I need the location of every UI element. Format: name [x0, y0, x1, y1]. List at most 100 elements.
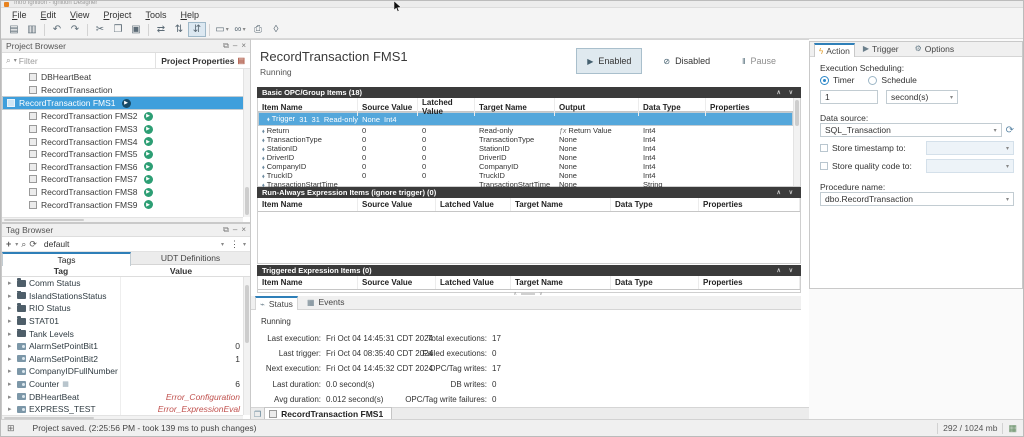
column-header[interactable]: Latched Value — [418, 98, 475, 116]
expand-icon[interactable]: ▸ — [8, 279, 14, 287]
collapse-chevrons-icon[interactable]: ∧ ∨ — [777, 89, 796, 96]
expand-icon[interactable]: ▸ — [8, 393, 14, 401]
refresh-icon[interactable]: ⟳ — [29, 239, 37, 250]
timer-value-input[interactable]: 1 — [820, 90, 878, 104]
tag-provider-select[interactable]: default ▾ — [40, 239, 227, 249]
tag-edit-icon[interactable]: ◊ — [267, 22, 285, 37]
column-header[interactable]: Source Value — [358, 198, 436, 211]
search-icon[interactable]: ⌕ — [21, 239, 26, 250]
column-header[interactable]: Source Value — [358, 276, 436, 289]
column-header[interactable]: Data Type — [611, 276, 699, 289]
column-header[interactable]: Properties — [699, 198, 800, 211]
triggered-header[interactable]: Triggered Expression Items (0) ∧ ∨ — [257, 265, 801, 276]
expand-icon[interactable]: ▸ — [8, 292, 14, 300]
expand-icon[interactable]: ▸ — [8, 405, 14, 413]
preview-mode-icon[interactable]: ▭ ▾ — [213, 22, 231, 37]
menu-file[interactable]: File — [5, 10, 34, 20]
column-header[interactable]: Data Type — [639, 98, 706, 116]
column-header[interactable]: Target Name — [511, 198, 611, 211]
store-timestamp-select[interactable]: ▾ — [926, 141, 1014, 155]
paste-icon[interactable]: ▣ — [127, 22, 145, 37]
column-header[interactable]: Properties — [699, 276, 800, 289]
store-quality-checkbox[interactable] — [820, 162, 828, 170]
project-tree-item[interactable]: RecordTransaction — [2, 84, 250, 97]
tag-row[interactable]: ▸ Counter ▦ 6 — [2, 377, 250, 391]
tab-list-icon[interactable]: ❐ — [254, 410, 261, 419]
minimize-icon[interactable]: – — [233, 225, 237, 235]
project-properties-button[interactable]: Project Properties ▤ — [155, 53, 250, 68]
enabled-button[interactable]: ▶ Enabled — [576, 48, 643, 74]
column-header[interactable]: Target Name — [511, 276, 611, 289]
save-all-icon[interactable]: ▥ — [23, 22, 41, 37]
menu-tools[interactable]: Tools — [138, 10, 173, 20]
procedure-name-select[interactable]: dbo.RecordTransaction ▾ — [820, 192, 1014, 206]
column-header[interactable]: Properties — [706, 98, 800, 116]
save-icon[interactable]: ▤ — [5, 22, 23, 37]
project-filter-input[interactable]: ⌕ ▾ Filter — [2, 53, 155, 68]
tab-action[interactable]: ϟ Action — [814, 43, 855, 57]
expand-icon[interactable]: ▸ — [8, 317, 14, 325]
column-header[interactable]: Data Type — [611, 198, 699, 211]
pause-button[interactable]: ‖ Pause — [731, 48, 787, 74]
close-icon[interactable]: × — [241, 225, 246, 235]
store-timestamp-checkbox[interactable] — [820, 144, 828, 152]
menu-help[interactable]: Help — [173, 10, 206, 20]
tag-row[interactable]: ▸ DBHeartBeat Error_Configuration — [2, 390, 250, 403]
add-tag-icon[interactable]: + — [6, 239, 11, 249]
tag-menu-caret-icon[interactable]: ▾ — [243, 241, 246, 248]
expand-icon[interactable]: ▸ — [8, 330, 14, 338]
minimize-icon[interactable]: – — [233, 41, 237, 51]
schedule-radio[interactable]: Schedule — [868, 75, 917, 85]
tab-tags[interactable]: Tags — [2, 252, 131, 266]
project-tree-hscrollbar[interactable] — [2, 217, 243, 222]
basic-items-scrollbar[interactable] — [793, 98, 800, 186]
expand-icon[interactable]: ▸ — [8, 367, 14, 375]
undo-icon[interactable]: ↶ — [48, 22, 66, 37]
project-tree-item[interactable]: RecordTransaction FMS2 ▶ — [2, 110, 250, 123]
tab-trigger[interactable]: ▶ Trigger — [855, 41, 907, 56]
expand-icon[interactable]: ▸ — [8, 342, 14, 350]
run-always-header[interactable]: Run-Always Expression Items (ignore trig… — [257, 187, 801, 198]
column-header[interactable]: Target Name — [475, 98, 555, 116]
expand-icon[interactable]: ▸ — [8, 355, 14, 363]
refresh-icon[interactable]: ⟳ — [1006, 125, 1014, 136]
project-tree-item[interactable]: RecordTransaction FMS8 ▶ — [2, 186, 250, 199]
project-tree-item[interactable]: RecordTransaction FMS7 ▶ — [2, 173, 250, 186]
tag-row[interactable]: ▸ AlarmSetPointBit1 0 — [2, 339, 250, 353]
tag-row[interactable]: ▸ Comm Status — [2, 277, 250, 290]
tag-row[interactable]: ▸ STAT01 — [2, 314, 250, 328]
timer-unit-select[interactable]: second(s) ▾ — [886, 90, 958, 104]
tab-udt-definitions[interactable]: UDT Definitions — [131, 252, 250, 265]
find-replace-icon[interactable]: ⇄ — [152, 22, 170, 37]
tag-row[interactable]: ▸ AlarmSetPointBit2 1 — [2, 352, 250, 366]
basic-items-header[interactable]: Basic OPC/Group Items (18) ∧ ∨ — [257, 87, 801, 98]
add-tag-caret-icon[interactable]: ▾ — [15, 241, 18, 248]
project-tree-item[interactable]: DBHeartBeat — [2, 71, 250, 84]
cut-icon[interactable]: ✂ — [91, 22, 109, 37]
redo-icon[interactable]: ↷ — [66, 22, 84, 37]
close-icon[interactable]: × — [241, 41, 246, 51]
project-tree-item[interactable]: RecordTransaction FMS1 ▶ — [2, 96, 250, 111]
project-tree-item[interactable]: RecordTransaction FMS3 ▶ — [2, 123, 250, 136]
comm-write-icon[interactable]: ⇵ — [188, 22, 206, 37]
tab-status[interactable]: ⌁ Status — [255, 296, 298, 310]
float-icon[interactable]: ⧉ — [223, 41, 229, 51]
tag-list-scrollbar[interactable] — [243, 277, 250, 415]
links-icon[interactable]: ∞ ▾ — [231, 22, 249, 37]
column-header[interactable]: Output — [555, 98, 639, 116]
memory-usage[interactable]: 292 / 1024 mb — [943, 423, 997, 433]
column-header[interactable]: Latched Value — [436, 276, 511, 289]
comm-read-icon[interactable]: ⇅ — [170, 22, 188, 37]
expand-icon[interactable]: ▸ — [8, 380, 14, 388]
column-header[interactable]: Source Value — [358, 98, 418, 116]
tag-menu-icon[interactable]: ⋮ — [230, 239, 239, 250]
tab-options[interactable]: ⚙ Options — [907, 41, 962, 56]
tag-row[interactable]: ▸ EXPRESS_TEST Error_ExpressionEval — [2, 402, 250, 416]
menu-view[interactable]: View — [63, 10, 96, 20]
column-header[interactable]: Item Name — [258, 198, 358, 211]
menu-edit[interactable]: Edit — [34, 10, 64, 20]
project-tree-item[interactable]: RecordTransaction FMS4 ▶ — [2, 135, 250, 148]
timer-radio[interactable]: Timer — [820, 75, 854, 85]
collapse-chevrons-icon[interactable]: ∧ ∨ — [777, 267, 796, 274]
column-header[interactable]: Latched Value — [436, 198, 511, 211]
